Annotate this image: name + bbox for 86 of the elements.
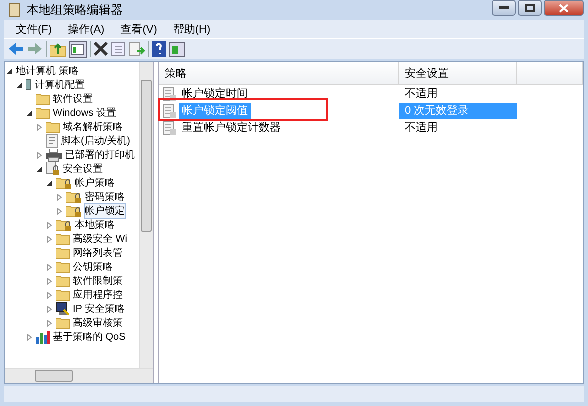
- locked-folder-icon: [56, 218, 72, 232]
- tree-item[interactable]: 已部署的打印机: [65, 148, 135, 162]
- tree-item[interactable]: 计算机配置: [35, 78, 85, 92]
- app-icon: [8, 2, 22, 18]
- collapsed-arrow-icon[interactable]: [56, 208, 63, 214]
- policy-icon: [163, 104, 176, 118]
- script-icon: [46, 134, 58, 148]
- tree-item[interactable]: 密码策略: [85, 190, 125, 204]
- collapsed-arrow-icon[interactable]: [46, 278, 53, 284]
- maximize-button[interactable]: [518, 0, 542, 16]
- tree-item[interactable]: IP 安全策略: [73, 302, 126, 316]
- column-header[interactable]: 安全设置: [399, 62, 517, 84]
- document-lock-icon: [46, 162, 60, 176]
- security-setting: 不适用: [404, 86, 439, 102]
- tree-item[interactable]: 帐户策略: [75, 176, 115, 190]
- tree-item[interactable]: 地计算机 策略: [16, 64, 79, 78]
- tree-item[interactable]: 应用程序控: [73, 288, 123, 302]
- minimize-icon: [499, 6, 509, 10]
- computer-icon: [26, 78, 32, 92]
- forward-arrow-icon[interactable]: [27, 42, 43, 56]
- tree-item[interactable]: 软件限制策: [73, 274, 123, 288]
- collapsed-arrow-icon[interactable]: [26, 334, 33, 340]
- help-icon[interactable]: [152, 41, 166, 57]
- expanded-arrow-icon[interactable]: [26, 110, 33, 116]
- folder-icon: [56, 247, 70, 259]
- folder-icon: [56, 261, 70, 273]
- delete-icon[interactable]: [94, 42, 108, 56]
- horizontal-scrollbar[interactable]: [5, 368, 153, 383]
- printer-icon: [46, 148, 62, 162]
- collapsed-arrow-icon[interactable]: [46, 306, 53, 312]
- tree-item[interactable]: 本地策略: [75, 218, 115, 232]
- folder-icon: [56, 289, 70, 301]
- locked-folder-icon: [66, 204, 82, 218]
- security-setting: 0 次无效登录: [399, 102, 517, 118]
- bar-chart-icon: [36, 330, 50, 344]
- folder-icon: [36, 107, 50, 119]
- maximize-icon: [525, 4, 535, 12]
- expanded-arrow-icon[interactable]: [36, 166, 43, 172]
- tree-item[interactable]: 公钥策略: [73, 260, 113, 274]
- collapsed-arrow-icon[interactable]: [46, 264, 53, 270]
- console-tree-icon[interactable]: [69, 40, 87, 58]
- menu-item[interactable]: 查看(V): [112, 22, 166, 36]
- tree-item[interactable]: 帐户锁定: [85, 204, 125, 218]
- up-folder-icon[interactable]: [50, 42, 66, 56]
- tree-item[interactable]: 脚本(启动/关机): [61, 134, 130, 148]
- collapsed-arrow-icon[interactable]: [46, 222, 53, 228]
- policy-name[interactable]: 重置帐户锁定计数器: [179, 120, 284, 136]
- collapsed-arrow-icon[interactable]: [36, 124, 43, 130]
- expanded-arrow-icon[interactable]: [6, 68, 13, 74]
- folder-icon: [36, 93, 50, 105]
- expanded-arrow-icon[interactable]: [46, 180, 53, 186]
- expanded-arrow-icon[interactable]: [16, 82, 23, 88]
- minimize-button[interactable]: [492, 0, 516, 16]
- folder-icon: [56, 233, 70, 245]
- export-list-icon[interactable]: [129, 42, 145, 56]
- column-header[interactable]: 策略: [159, 62, 399, 84]
- monitor-icon: [56, 302, 70, 316]
- tree-item[interactable]: 安全设置: [63, 162, 103, 176]
- tree-item[interactable]: 网络列表管: [73, 246, 123, 260]
- window-title: 本地组策略编辑器: [27, 2, 123, 18]
- policy-icon: [163, 120, 176, 134]
- menu-item[interactable]: 操作(A): [60, 22, 113, 36]
- collapsed-arrow-icon[interactable]: [56, 194, 63, 200]
- folder-icon: [56, 275, 70, 287]
- menu-item[interactable]: 文件(F): [8, 22, 60, 36]
- collapsed-arrow-icon[interactable]: [36, 152, 43, 158]
- vertical-scrollbar[interactable]: [139, 62, 153, 368]
- security-setting: 不适用: [404, 120, 439, 136]
- collapsed-arrow-icon[interactable]: [46, 236, 53, 242]
- back-arrow-icon[interactable]: [8, 42, 24, 56]
- tree-item[interactable]: 高级审核策: [73, 316, 123, 330]
- tree-item[interactable]: 高级安全 Wi: [73, 232, 128, 246]
- locked-folder-icon: [56, 176, 72, 190]
- close-button[interactable]: [544, 0, 584, 16]
- tree-item[interactable]: Windows 设置: [53, 106, 116, 120]
- tree-item[interactable]: 基于策略的 QoS: [53, 330, 126, 344]
- show-pane-icon[interactable]: [169, 42, 185, 56]
- close-icon: [559, 4, 569, 12]
- menu-item[interactable]: 帮助(H): [165, 22, 219, 36]
- tree-item[interactable]: 域名解析策略: [63, 120, 123, 134]
- folder-icon: [46, 121, 60, 133]
- locked-folder-icon: [66, 190, 82, 204]
- tree-item[interactable]: 软件设置: [53, 92, 93, 106]
- folder-icon: [56, 317, 70, 329]
- collapsed-arrow-icon[interactable]: [46, 320, 53, 326]
- collapsed-arrow-icon[interactable]: [46, 292, 53, 298]
